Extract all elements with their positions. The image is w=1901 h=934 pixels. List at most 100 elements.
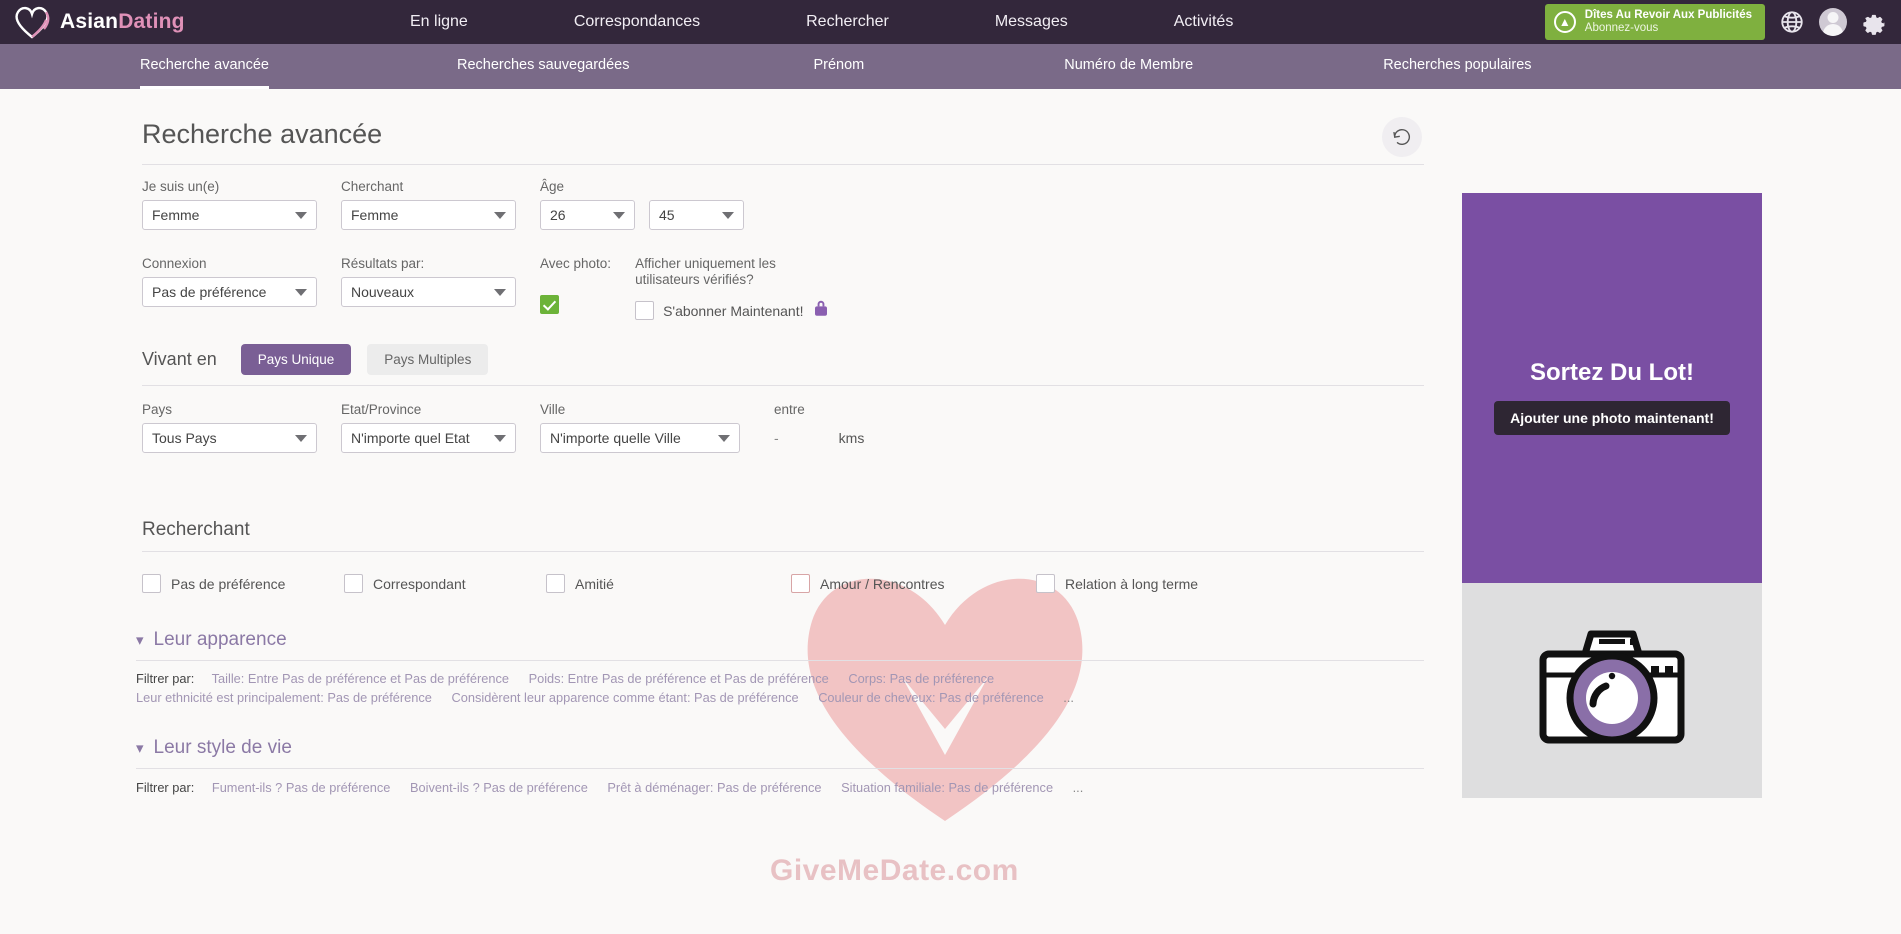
promo-heading: Sortez Du Lot! — [1530, 359, 1694, 386]
add-photo-button[interactable]: Ajouter une photo maintenant! — [1494, 401, 1730, 435]
option-label: Amitié — [575, 575, 614, 592]
tab-first-name[interactable]: Prénom — [813, 44, 864, 89]
tab-advanced-search[interactable]: Recherche avancée — [140, 44, 269, 89]
nav-item-activities[interactable]: Activités — [1156, 0, 1252, 44]
field-city: Ville N'importe quelle Ville — [540, 402, 740, 453]
field-label: Ville — [540, 402, 566, 417]
results-by-select[interactable]: Nouveaux — [341, 277, 516, 307]
with-photo-checkbox[interactable] — [540, 295, 559, 314]
penpal-checkbox[interactable] — [344, 574, 363, 593]
secondary-navigation-bar: Recherche avancée Recherches sauvegardée… — [0, 44, 1901, 89]
chevron-down-icon — [494, 212, 506, 219]
lifestyle-filters-line1: Filtrer par: Fument-ils ? Pas de préfére… — [112, 769, 1462, 795]
gear-icon[interactable] — [1861, 9, 1887, 35]
connection-select[interactable]: Pas de préférence — [142, 277, 317, 307]
option-no-preference[interactable]: Pas de préférence — [142, 574, 344, 593]
looking-for-title: Recherchant — [142, 519, 250, 540]
page-body: GiveMeDate.com Recherche avancée Je suis… — [0, 89, 1901, 934]
romance-dating-checkbox[interactable] — [791, 574, 810, 593]
age-to-value: 45 — [659, 207, 675, 223]
tab-popular-searches[interactable]: Recherches populaires — [1383, 44, 1531, 89]
seeking-select[interactable]: Femme — [341, 200, 516, 230]
filter-label: Filtrer par: — [136, 780, 195, 795]
appearance-filters-line1: Filtrer par: Taille: Entre Pas de préfér… — [112, 661, 1462, 686]
filter-item-family-status[interactable]: Situation familiale: Pas de préférence — [841, 780, 1053, 795]
filter-item-looks[interactable]: Considèrent leur apparence comme étant: … — [451, 690, 798, 705]
padlock-icon — [813, 299, 829, 322]
state-select[interactable]: N'importe quel Etat — [341, 423, 516, 453]
filter-item-smoking[interactable]: Fument-ils ? Pas de préférence — [212, 780, 391, 795]
living-in-section: Vivant en Pays Unique Pays Multiples — [112, 322, 1462, 375]
globe-icon[interactable] — [1779, 9, 1805, 35]
location-row: Pays Tous Pays Etat/Province N'importe q… — [112, 386, 1462, 453]
arrow-up-circle-icon: ▲ — [1553, 11, 1576, 33]
filter-item-relocate[interactable]: Prêt à déménager: Pas de préférence — [607, 780, 821, 795]
country-select[interactable]: Tous Pays — [142, 423, 317, 453]
city-value: N'importe quelle Ville — [550, 430, 681, 446]
results-by-value: Nouveaux — [351, 284, 415, 300]
lifestyle-section-header[interactable]: ▾ Leur style de vie — [112, 705, 1462, 768]
tab-saved-searches[interactable]: Recherches sauvegardées — [457, 44, 630, 89]
lifestyle-more[interactable]: ... — [1073, 780, 1084, 795]
chevron-down-icon — [722, 212, 734, 219]
filter-item-weight[interactable]: Poids: Entre Pas de préférence et Pas de… — [529, 671, 829, 686]
tab-member-number[interactable]: Numéro de Membre — [1064, 44, 1193, 89]
filter-item-body[interactable]: Corps: Pas de préférence — [848, 671, 994, 686]
option-penpal[interactable]: Correspondant — [344, 574, 546, 593]
nav-item-online[interactable]: En ligne — [392, 0, 486, 44]
subscribe-now-checkbox[interactable] — [635, 301, 655, 320]
primary-nav-links: En ligne Correspondances Rechercher Mess… — [330, 0, 1545, 44]
appearance-section-header[interactable]: ▾ Leur apparence — [112, 593, 1462, 660]
living-in-title: Vivant en — [142, 349, 217, 369]
brand-name-part2: Dating — [118, 10, 185, 33]
avatar[interactable] — [1819, 8, 1847, 36]
chevron-down-icon — [295, 289, 307, 296]
no-preference-checkbox[interactable] — [142, 574, 161, 593]
appearance-title: Leur apparence — [153, 629, 287, 650]
verified-label: Afficher uniquement les utilisateurs vér… — [635, 256, 828, 288]
nav-item-matches[interactable]: Correspondances — [556, 0, 718, 44]
card-header: Recherche avancée — [112, 89, 1462, 164]
chevron-down-icon: ▾ — [136, 740, 144, 757]
i-am-select[interactable]: Femme — [142, 200, 317, 230]
camera-icon — [1527, 618, 1697, 763]
option-romance-dating[interactable]: Amour / Rencontres — [791, 574, 1036, 593]
friendship-checkbox[interactable] — [546, 574, 565, 593]
option-friendship[interactable]: Amitié — [546, 574, 791, 593]
chevron-down-icon — [494, 435, 506, 442]
brand-logo[interactable]: AsianDating — [0, 4, 330, 40]
appearance-more[interactable]: ... — [1063, 690, 1074, 705]
field-results-by: Résultats par: Nouveaux — [341, 256, 516, 322]
filter-item-hair-color[interactable]: Couleur de cheveux: Pas de préférence — [818, 690, 1044, 705]
field-age: Âge 26 45 — [540, 179, 744, 230]
field-label: Je suis un(e) — [142, 179, 220, 194]
with-photo-label: Avec photo: — [540, 256, 612, 271]
filter-item-height[interactable]: Taille: Entre Pas de préférence et Pas d… — [212, 671, 509, 686]
filter-item-drinking[interactable]: Boivent-ils ? Pas de préférence — [410, 780, 588, 795]
filter-item-ethnicity[interactable]: Leur ethnicité est principalement: Pas d… — [136, 690, 432, 705]
distance-dash: - — [774, 430, 779, 446]
long-term-checkbox[interactable] — [1036, 574, 1055, 593]
cta-subtitle: Abonnez-vous — [1584, 22, 1659, 34]
nav-item-search[interactable]: Rechercher — [788, 0, 907, 44]
field-i-am: Je suis un(e) Femme — [142, 179, 317, 230]
age-to-select[interactable]: 45 — [649, 200, 744, 230]
single-country-tab[interactable]: Pays Unique — [240, 344, 352, 375]
photo-placeholder-panel — [1462, 583, 1762, 798]
city-select[interactable]: N'importe quelle Ville — [540, 423, 740, 453]
chevron-down-icon — [494, 289, 506, 296]
option-long-term[interactable]: Relation à long terme — [1036, 574, 1198, 593]
field-label: Etat/Province — [341, 402, 422, 417]
field-label: Résultats par: — [341, 256, 425, 271]
nav-item-messages[interactable]: Messages — [977, 0, 1086, 44]
reset-rotate-icon[interactable] — [1382, 117, 1422, 157]
field-with-photo: Avec photo: — [540, 256, 611, 322]
lifestyle-title: Leur style de vie — [153, 737, 292, 758]
chevron-down-icon — [295, 435, 307, 442]
age-from-select[interactable]: 26 — [540, 200, 635, 230]
chevron-down-icon — [295, 212, 307, 219]
multiple-countries-tab[interactable]: Pays Multiples — [367, 344, 489, 375]
seeking-value: Femme — [351, 207, 399, 223]
remove-ads-cta-button[interactable]: ▲ Dîtes Au Revoir Aux Publicités Abonnez… — [1544, 4, 1765, 40]
heart-icon — [12, 4, 52, 40]
